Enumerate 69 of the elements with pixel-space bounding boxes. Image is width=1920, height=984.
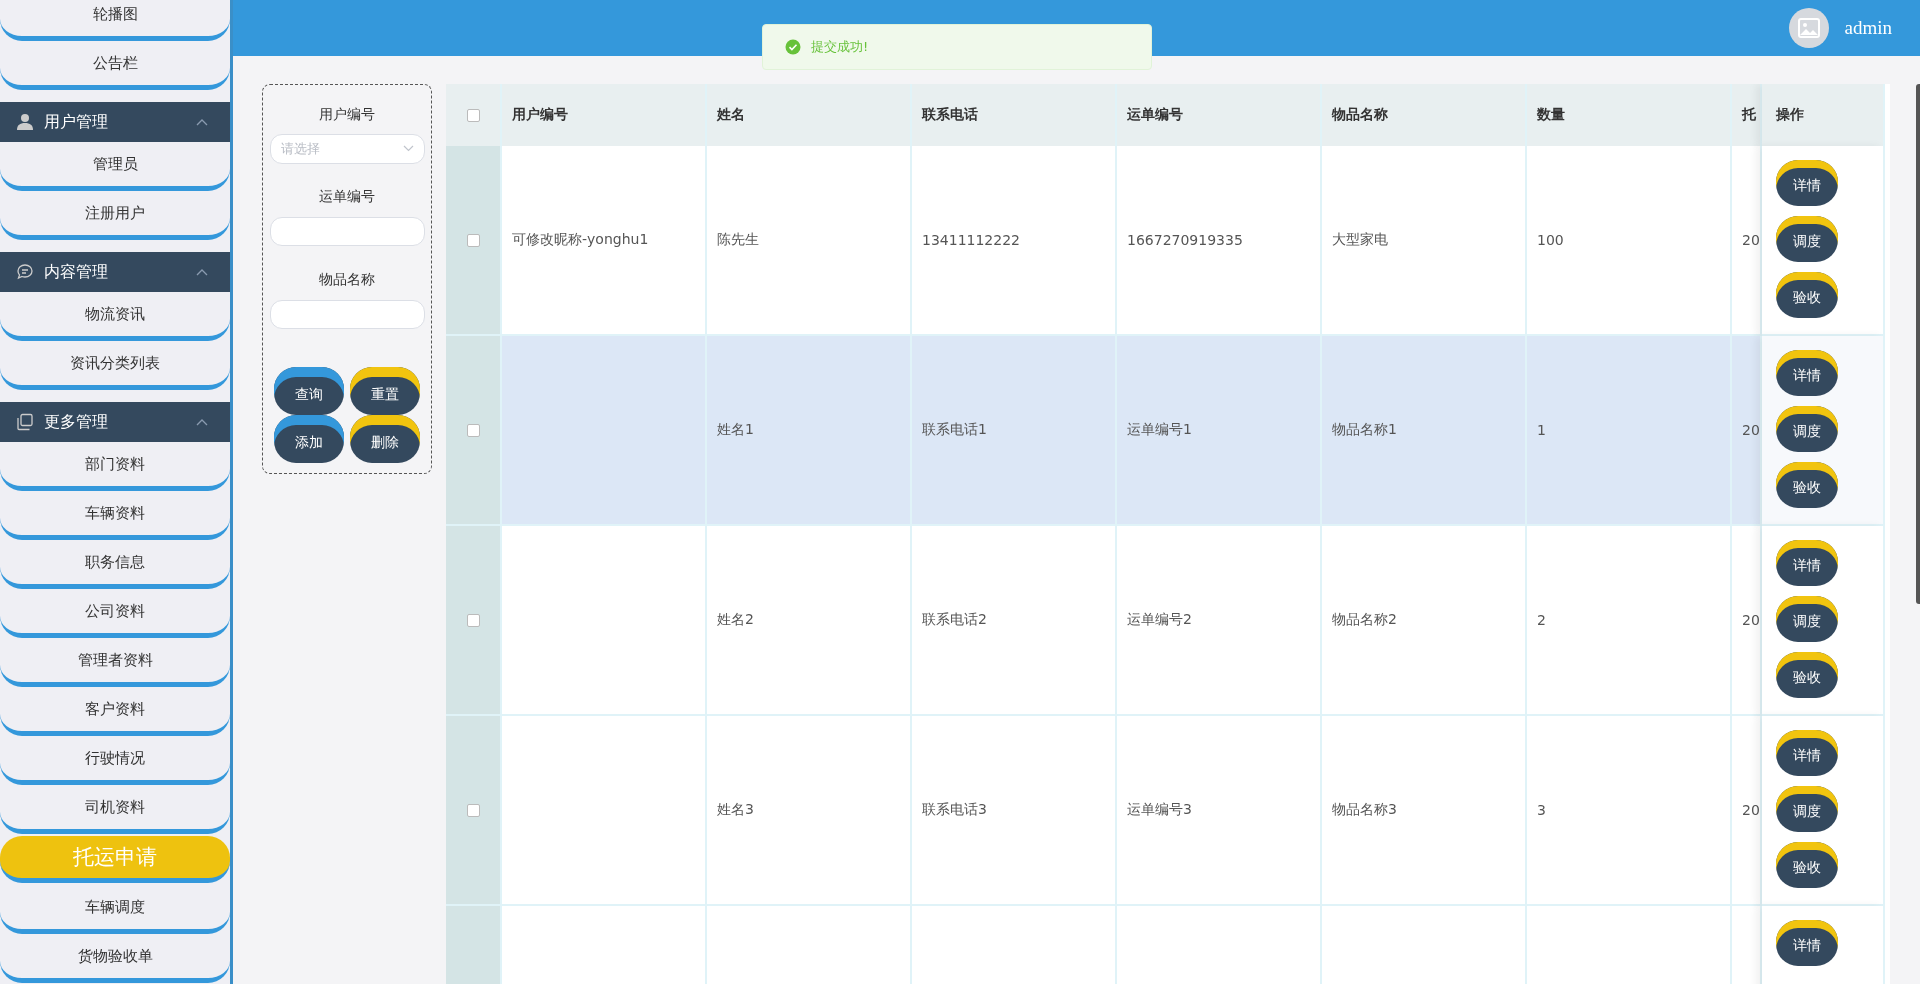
field-label: 运单编号 [319, 187, 375, 207]
group-title: 更多管理 [44, 411, 109, 433]
table-cell: 姓名1 [707, 336, 912, 526]
copy-icon [16, 413, 34, 431]
avatar[interactable] [1788, 8, 1829, 48]
table-cell: 物品名称2 [1322, 526, 1527, 716]
chevron-down-icon [402, 145, 414, 153]
row-checkbox[interactable] [466, 233, 480, 247]
action-button[interactable]: 详情 [1776, 350, 1838, 396]
action-button[interactable]: 详情 [1776, 540, 1838, 586]
table-cell: 联系电话2 [912, 526, 1117, 716]
caret-icon [196, 268, 208, 276]
column-header: 联系电话 [912, 84, 1117, 146]
column-header: 物品名称 [1322, 84, 1527, 146]
group-title: 内容管理 [44, 261, 109, 283]
action-button[interactable]: 调度 [1776, 596, 1838, 642]
table-cell: 运单编号3 [1117, 716, 1322, 906]
input-field[interactable] [269, 299, 425, 329]
column-header: 运单编号 [1117, 84, 1322, 146]
action-button[interactable]: 详情 [1776, 730, 1838, 776]
input-field[interactable] [269, 216, 425, 247]
column-header: 姓名 [707, 84, 912, 146]
table-cell: 物品名称1 [1322, 336, 1527, 526]
toast-message: 提交成功! [811, 38, 869, 56]
action-button[interactable]: 详情 [1776, 920, 1838, 966]
sidebar-group-header[interactable]: 内容管理 [0, 252, 230, 292]
table-cell: 20 [1732, 336, 1762, 526]
field-label: 用户编号 [319, 104, 375, 124]
user-icon [16, 113, 34, 131]
chat-icon [16, 263, 34, 281]
table-cell: 1 [1527, 336, 1732, 526]
table-cell: 联系电话1 [912, 336, 1117, 526]
table-cell: 物品名称3 [1322, 716, 1527, 906]
action-button[interactable]: 验收 [1776, 462, 1838, 508]
filter-button[interactable]: 删除 [350, 415, 420, 463]
select-all-checkbox[interactable] [466, 108, 480, 122]
column-header: 托 [1732, 84, 1762, 146]
action-button[interactable]: 验收 [1776, 652, 1838, 698]
group-title: 用户管理 [44, 111, 109, 133]
filter-button[interactable]: 查询 [274, 367, 344, 415]
action-button[interactable]: 调度 [1776, 786, 1838, 832]
table-cell: 运单编号1 [1117, 336, 1322, 526]
table-cell: 姓名2 [707, 526, 912, 716]
caret-icon [196, 118, 208, 126]
scrollbar[interactable] [1915, 84, 1920, 604]
action-button[interactable]: 验收 [1776, 272, 1838, 318]
table-cell: 联系电话3 [912, 716, 1117, 906]
check-circle-icon [785, 39, 801, 55]
table-cell: 3 [1527, 716, 1732, 906]
sidebar-group-header[interactable]: 更多管理 [0, 402, 230, 442]
table-cell: 运单编号2 [1117, 526, 1322, 716]
filter-button[interactable]: 添加 [274, 415, 344, 463]
image-icon [1797, 18, 1820, 38]
field-label: 物品名称 [319, 269, 375, 289]
action-button[interactable]: 调度 [1776, 406, 1838, 452]
column-header: 数量 [1527, 84, 1732, 146]
caret-icon [196, 418, 208, 426]
table-cell: 2 [1527, 526, 1732, 716]
column-header: 操作 [1762, 84, 1885, 146]
column-header: 用户编号 [502, 84, 707, 146]
action-button[interactable]: 调度 [1776, 216, 1838, 262]
table-cell: 姓名3 [707, 716, 912, 906]
filter-button[interactable]: 重置 [350, 367, 420, 415]
action-button[interactable]: 详情 [1776, 160, 1838, 206]
sidebar-group-header[interactable]: 用户管理 [0, 102, 230, 142]
action-button[interactable]: 验收 [1776, 842, 1838, 888]
row-checkbox[interactable] [466, 423, 480, 437]
row-checkbox[interactable] [466, 803, 480, 817]
row-checkbox[interactable] [466, 613, 480, 627]
